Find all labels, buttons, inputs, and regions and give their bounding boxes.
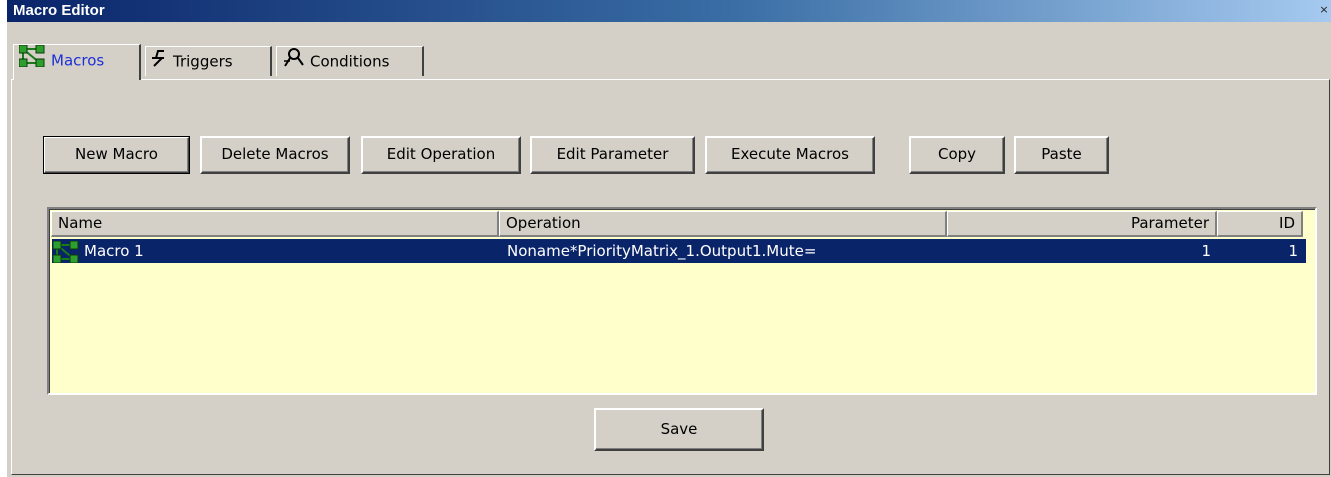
tab-macros-label: Macros	[51, 51, 105, 70]
table-row[interactable]: Macro 1 Noname*PriorityMatrix_1.Output1.…	[52, 239, 1306, 264]
title-bar[interactable]: Macro Editor ×	[7, 0, 1331, 22]
conditions-icon	[282, 47, 304, 76]
tab-triggers[interactable]: Triggers	[145, 46, 272, 76]
macro-list[interactable]: Name Operation Parameter ID Macro 1 Nona…	[47, 207, 1317, 395]
column-header-operation[interactable]: Operation	[499, 211, 947, 237]
paste-button[interactable]: Paste	[1014, 136, 1109, 174]
tab-macros[interactable]: Macros	[13, 44, 141, 80]
window-title: Macro Editor	[13, 2, 105, 19]
macro-network-icon	[18, 44, 45, 76]
macro-operation: Noname*PriorityMatrix_1.Output1.Mute=	[507, 242, 817, 260]
execute-macros-button[interactable]: Execute Macros	[705, 136, 875, 174]
macro-id: 1	[1288, 242, 1298, 260]
column-header-parameter[interactable]: Parameter	[947, 211, 1217, 237]
tab-triggers-label: Triggers	[173, 52, 233, 71]
save-button[interactable]: Save	[594, 408, 764, 451]
tab-conditions-label: Conditions	[310, 52, 390, 71]
macro-editor-window: Macro Editor × Macros Triggers Condition…	[6, 0, 1331, 477]
column-header-name[interactable]: Name	[51, 211, 499, 237]
trigger-icon	[151, 48, 167, 76]
delete-macros-button[interactable]: Delete Macros	[200, 136, 350, 174]
edit-parameter-button[interactable]: Edit Parameter	[530, 136, 695, 174]
close-icon[interactable]: ×	[1318, 4, 1330, 16]
copy-button[interactable]: Copy	[909, 136, 1005, 174]
macro-parameter: 1	[1201, 242, 1211, 260]
edit-operation-button[interactable]: Edit Operation	[361, 136, 521, 174]
tab-conditions[interactable]: Conditions	[276, 46, 424, 76]
macro-network-icon	[52, 240, 79, 270]
macro-name: Macro 1	[84, 242, 144, 260]
new-macro-button[interactable]: New Macro	[43, 136, 190, 174]
column-header-id[interactable]: ID	[1217, 211, 1303, 237]
